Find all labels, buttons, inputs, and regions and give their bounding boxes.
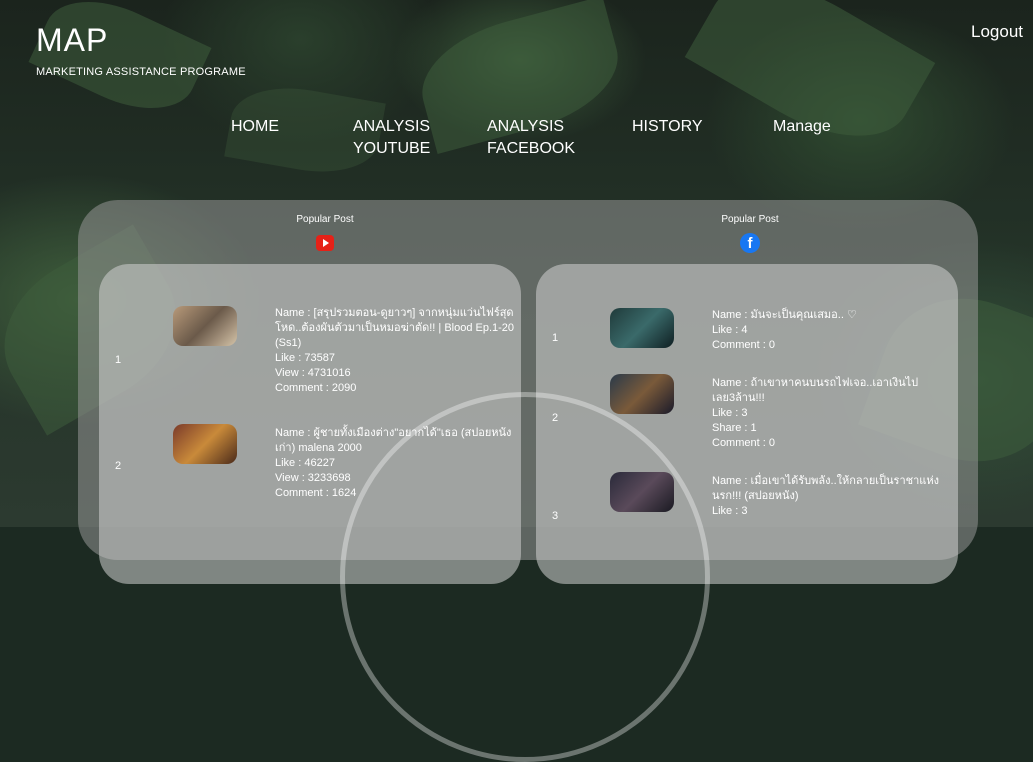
post-rank: 1 — [552, 332, 559, 344]
youtube-heading: Popular Post — [296, 214, 354, 225]
post-info: Name : เมื่อเขาได้รับพลัง..ให้กลายเป็นรา… — [712, 474, 947, 519]
post-thumbnail[interactable] — [610, 308, 674, 348]
logout-link[interactable]: Logout — [971, 22, 1023, 42]
post-name: Name : เมื่อเขาได้รับพลัง..ให้กลายเป็นรา… — [712, 475, 939, 502]
youtube-column-header: Popular Post — [265, 214, 385, 251]
main-nav: HOME ANALYSIS YOUTUBE ANALYSIS FACEBOOK … — [0, 116, 1033, 166]
post-rank: 1 — [115, 354, 122, 366]
post-info: Name : [สรุปรวมตอน-ดูยาวๆ] จากหนุ่มแว่นไ… — [275, 306, 515, 396]
nav-manage[interactable]: Manage — [773, 116, 831, 138]
nav-home[interactable]: HOME — [231, 116, 279, 138]
post-like: Like : 3 — [712, 407, 748, 419]
post-like: Like : 4 — [712, 324, 748, 336]
facebook-icon: f — [740, 233, 760, 253]
nav-analysis-youtube[interactable]: ANALYSIS YOUTUBE — [353, 116, 430, 160]
post-rank: 2 — [115, 460, 122, 472]
app-title: MAP — [36, 22, 109, 58]
post-comment: Comment : 0 — [712, 339, 775, 351]
facebook-column-header: Popular Post f — [690, 214, 810, 253]
nav-analysis-facebook[interactable]: ANALYSIS FACEBOOK — [487, 116, 575, 160]
post-share: Share : 1 — [712, 422, 757, 434]
post-like: Like : 3 — [712, 505, 748, 517]
watermark-seal — [340, 392, 710, 762]
post-name: Name : มันจะเป็นคุณเสมอ.. ♡ — [712, 309, 857, 321]
post-thumbnail[interactable] — [173, 424, 237, 464]
nav-history[interactable]: HISTORY — [632, 116, 703, 138]
brand: MAP MARKETING ASSISTANCE PROGRAME — [36, 22, 246, 78]
youtube-icon — [316, 235, 334, 251]
post-comment: Comment : 2090 — [275, 382, 357, 394]
post-name: Name : ถ้าเขาหาคนบนรถไฟเจอ..เอาเงินไปเลย… — [712, 377, 919, 404]
post-like: Like : 73587 — [275, 352, 335, 364]
post-name: Name : [สรุปรวมตอน-ดูยาวๆ] จากหนุ่มแว่นไ… — [275, 307, 515, 349]
post-info: Name : ถ้าเขาหาคนบนรถไฟเจอ..เอาเงินไปเลย… — [712, 376, 947, 451]
post-view: View : 4731016 — [275, 367, 351, 379]
post-thumbnail[interactable] — [173, 306, 237, 346]
facebook-heading: Popular Post — [721, 214, 779, 225]
post-info: Name : มันจะเป็นคุณเสมอ.. ♡ Like : 4 Com… — [712, 308, 947, 353]
app-subtitle: MARKETING ASSISTANCE PROGRAME — [36, 66, 246, 78]
post-comment: Comment : 0 — [712, 437, 775, 449]
post-thumbnail[interactable] — [610, 374, 674, 414]
